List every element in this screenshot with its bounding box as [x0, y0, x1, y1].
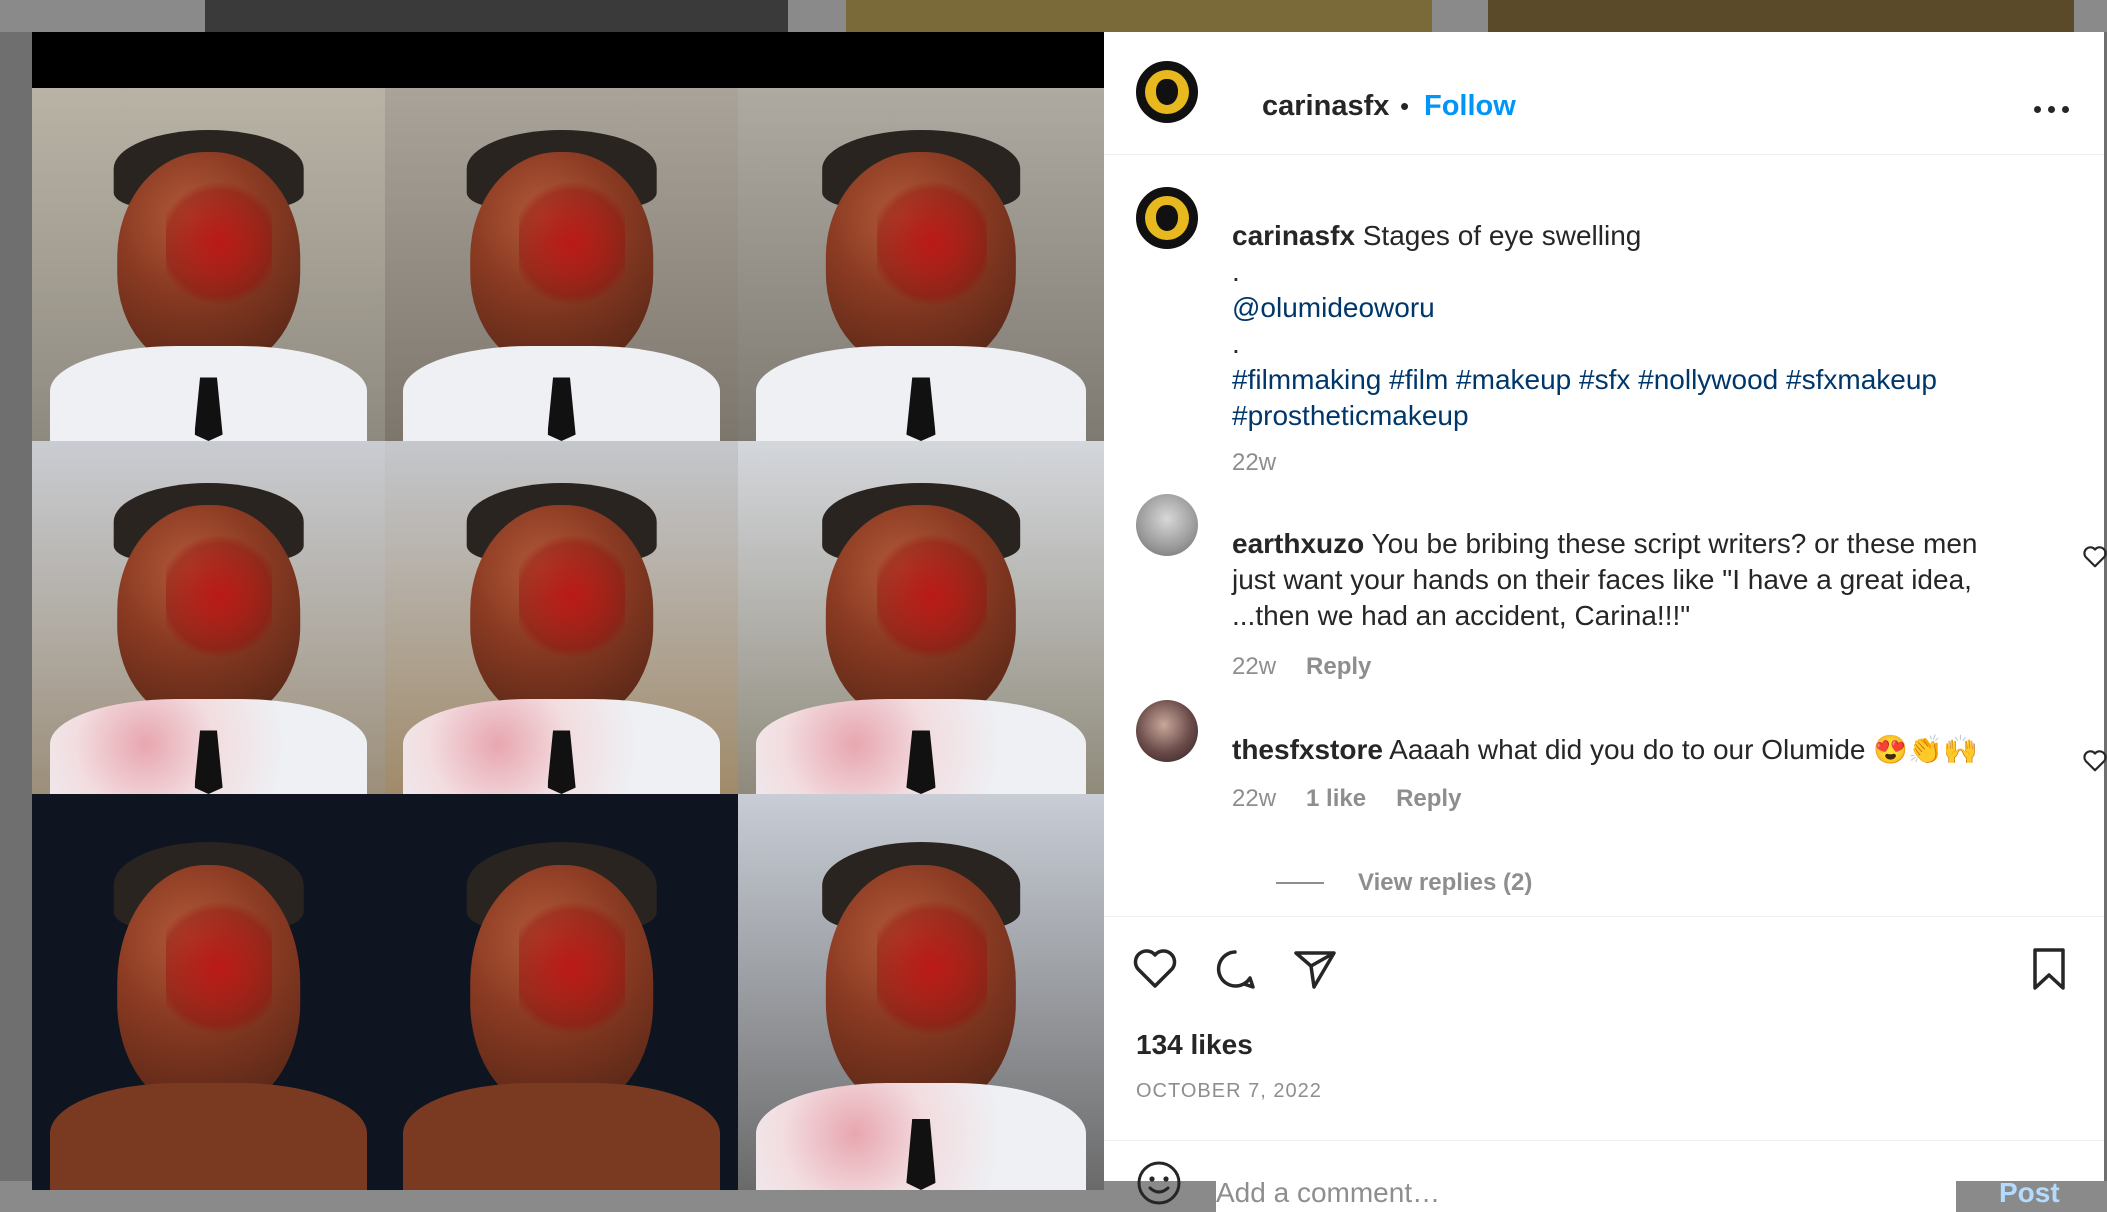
caption-avatar[interactable]	[1136, 187, 1198, 249]
post-caption: carinasfx Stages of eye swelling . @olum…	[1232, 218, 2052, 434]
header-username[interactable]: carinasfx	[1262, 88, 1389, 124]
background-feed-strip	[846, 0, 1432, 32]
emoji-icon[interactable]	[1136, 1160, 1182, 1206]
collage-photo	[738, 88, 1104, 441]
follow-button[interactable]: Follow	[1424, 88, 1516, 124]
bookmark-icon[interactable]	[2024, 944, 2074, 994]
view-replies-button[interactable]: View replies (2)	[1276, 868, 1532, 898]
comment-username[interactable]: thesfxstore	[1232, 734, 1383, 765]
comment-age: 22w	[1232, 653, 1277, 680]
heart-icon[interactable]	[1130, 944, 1180, 994]
collage-photo	[32, 441, 385, 794]
comment-likes-count[interactable]: 1 like	[1306, 785, 1366, 812]
comment-meta: 22w Reply	[1232, 652, 1371, 682]
collage-photo	[32, 88, 385, 441]
collage-photo	[738, 794, 1104, 1190]
view-replies-label: View replies (2)	[1358, 869, 1533, 896]
caption-text: Stages of eye swelling	[1362, 220, 1642, 251]
comment-text: just want your hands on their faces like…	[1232, 564, 1972, 595]
mention-link[interactable]: @olumideoworu	[1232, 292, 1435, 323]
collage-photo	[385, 88, 738, 441]
collage-photo	[385, 441, 738, 794]
comment-icon[interactable]	[1210, 944, 1260, 994]
comment-text: ...then we had an accident, Carina!!!"	[1232, 600, 1691, 631]
caption-username[interactable]: carinasfx	[1232, 220, 1355, 251]
caption-dot: .	[1232, 256, 1240, 287]
caption-dot: .	[1232, 328, 1240, 359]
hashtag-link[interactable]: #prostheticmakeup	[1232, 400, 1469, 431]
post-header: carinasfx • Follow	[1104, 32, 2104, 155]
comment: thesfxstore Aaaah what did you do to our…	[1232, 732, 2032, 768]
comment-like-heart-icon[interactable]	[2082, 544, 2107, 568]
comment-avatar[interactable]	[1136, 700, 1198, 762]
background-feed-strip	[1488, 0, 2074, 32]
hashtags-link[interactable]: #filmmaking #film #makeup #sfx #nollywoo…	[1232, 364, 1937, 395]
comment-avatar[interactable]	[1136, 494, 1198, 556]
separator-dot: •	[1400, 91, 1410, 121]
avatar[interactable]	[1136, 61, 1198, 123]
comment-username[interactable]: earthxuzo	[1232, 528, 1364, 559]
background-feed-strip	[205, 0, 788, 32]
view-replies-line	[1276, 882, 1324, 884]
comment-age: 22w	[1232, 785, 1277, 812]
comment-text: You be bribing these script writers? or …	[1371, 528, 1978, 559]
collage-photo	[385, 794, 738, 1190]
actions-divider	[1104, 916, 2104, 918]
photo-collage	[32, 88, 1104, 1190]
post-media[interactable]	[32, 32, 1104, 1190]
post-modal: carinasfx • Follow carinasfx Stages of e…	[32, 32, 2107, 1212]
comment-text: Aaaah what did you do to our Olumide 😍👏🙌	[1389, 734, 1978, 765]
comment-meta: 22w 1 like Reply	[1232, 784, 1461, 814]
share-icon[interactable]	[1290, 944, 1340, 994]
comment-input[interactable]	[1216, 1174, 1956, 1212]
background-overlay	[0, 32, 32, 1181]
comment-like-heart-icon[interactable]	[2082, 748, 2107, 772]
collage-photo	[32, 794, 385, 1190]
collage-photo	[738, 441, 1104, 794]
post-date: OCTOBER 7, 2022	[1136, 1080, 1322, 1102]
comment: earthxuzo You be bribing these script wr…	[1232, 526, 2032, 634]
reply-button[interactable]: Reply	[1396, 785, 1461, 812]
caption-age: 22w	[1232, 449, 1277, 476]
more-options-icon[interactable]	[2034, 105, 2070, 115]
reply-button[interactable]: Reply	[1306, 653, 1371, 680]
likes-count[interactable]: 134 likes	[1136, 1028, 1253, 1062]
post-comment-button[interactable]: Post	[1999, 1176, 2060, 1210]
post-sidebar: carinasfx • Follow carinasfx Stages of e…	[1104, 32, 2107, 1212]
